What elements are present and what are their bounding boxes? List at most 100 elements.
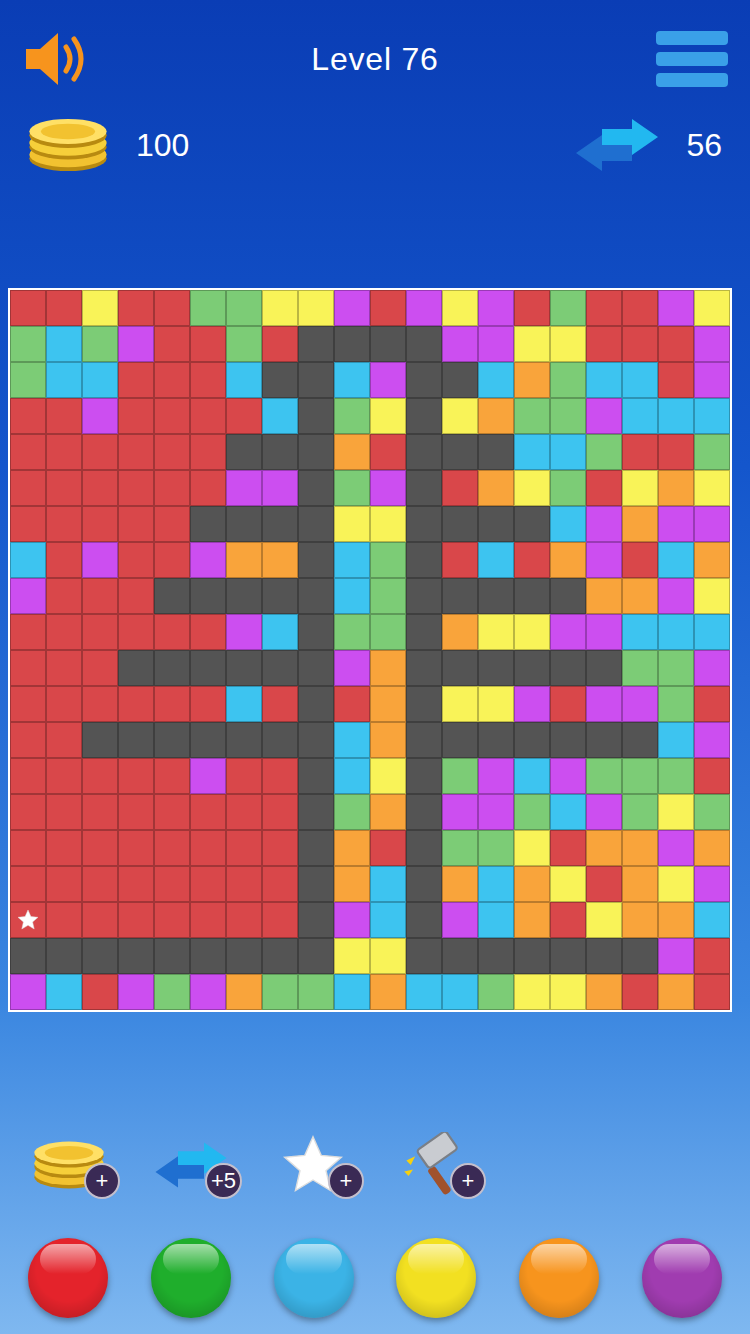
color-button[interactable] [642, 1238, 722, 1318]
board-cell [478, 326, 514, 362]
board-cell [586, 362, 622, 398]
board-cell [46, 614, 82, 650]
board-cell [370, 614, 406, 650]
moves-powerup-button[interactable]: +5 [146, 1135, 236, 1195]
board-cell [298, 974, 334, 1010]
board-cell [406, 290, 442, 326]
board-cell [190, 614, 226, 650]
board-cell [334, 830, 370, 866]
board-cell [406, 866, 442, 902]
board-cell [10, 722, 46, 758]
menu-icon[interactable] [654, 27, 730, 91]
board-cell [154, 794, 190, 830]
hammer-powerup-button[interactable]: + [390, 1135, 480, 1195]
board-cell [442, 974, 478, 1010]
board-cell [154, 650, 190, 686]
board-cell [586, 938, 622, 974]
board-cell [442, 830, 478, 866]
board-cell [658, 758, 694, 794]
speaker-icon[interactable] [20, 21, 96, 97]
board-cell [694, 434, 730, 470]
board-cell [478, 506, 514, 542]
board-cell [622, 542, 658, 578]
board-cell [622, 434, 658, 470]
board-cell [550, 866, 586, 902]
board-cell [442, 326, 478, 362]
board-cell [118, 434, 154, 470]
board-cell [82, 722, 118, 758]
board-cell [370, 686, 406, 722]
board-cell [514, 938, 550, 974]
board-cell [46, 650, 82, 686]
board-cell [406, 434, 442, 470]
board-cell [190, 434, 226, 470]
board-cell [298, 650, 334, 686]
board-cell [442, 470, 478, 506]
board-cell [514, 902, 550, 938]
board-cell [442, 902, 478, 938]
board-cell [586, 290, 622, 326]
star-powerup-button[interactable]: + [268, 1135, 358, 1195]
board-cell [514, 506, 550, 542]
board-cell [514, 830, 550, 866]
board-cell [82, 758, 118, 794]
board-cell [190, 686, 226, 722]
board-cell [370, 326, 406, 362]
board-cell [334, 506, 370, 542]
board-cell [406, 542, 442, 578]
board-cell [118, 650, 154, 686]
board-cell [514, 434, 550, 470]
board-cell [442, 542, 478, 578]
board-cell [190, 398, 226, 434]
board-cell [586, 650, 622, 686]
board-cell [370, 578, 406, 614]
board-cell [190, 974, 226, 1010]
board-cell [262, 398, 298, 434]
board-cell [658, 578, 694, 614]
board-cell [658, 794, 694, 830]
board-cell [514, 542, 550, 578]
color-button[interactable] [151, 1238, 231, 1318]
board-cell [262, 830, 298, 866]
board-cell [226, 938, 262, 974]
board-cell [514, 686, 550, 722]
board-cell [658, 974, 694, 1010]
board-cell [550, 398, 586, 434]
board-cell [442, 290, 478, 326]
board-cell [82, 938, 118, 974]
board-cell [622, 902, 658, 938]
board-cell [82, 650, 118, 686]
board-cell [370, 650, 406, 686]
coins-powerup-button[interactable]: + [24, 1135, 114, 1195]
color-button[interactable] [28, 1238, 108, 1318]
color-button[interactable] [274, 1238, 354, 1318]
board-cell [118, 722, 154, 758]
board-cell [658, 650, 694, 686]
board-cell [478, 830, 514, 866]
board-cell [226, 902, 262, 938]
coins-value: 100 [136, 121, 189, 169]
board-cell [406, 794, 442, 830]
board-cell [478, 470, 514, 506]
board-cell [262, 290, 298, 326]
color-button[interactable] [519, 1238, 599, 1318]
board-cell [478, 542, 514, 578]
color-button[interactable] [396, 1238, 476, 1318]
board-cell [514, 470, 550, 506]
board-cell [442, 866, 478, 902]
coins-counter: 100 [24, 116, 189, 174]
board-cell [10, 542, 46, 578]
board-cell [226, 362, 262, 398]
board-cell [334, 974, 370, 1010]
board-cell [226, 614, 262, 650]
board-cell [658, 902, 694, 938]
board-cell [334, 290, 370, 326]
board-cell [550, 434, 586, 470]
board-cell [694, 938, 730, 974]
board-cell [82, 326, 118, 362]
board-cell [118, 866, 154, 902]
board-cell [550, 902, 586, 938]
board-cell [10, 362, 46, 398]
board-cell [694, 362, 730, 398]
board-cell [190, 542, 226, 578]
